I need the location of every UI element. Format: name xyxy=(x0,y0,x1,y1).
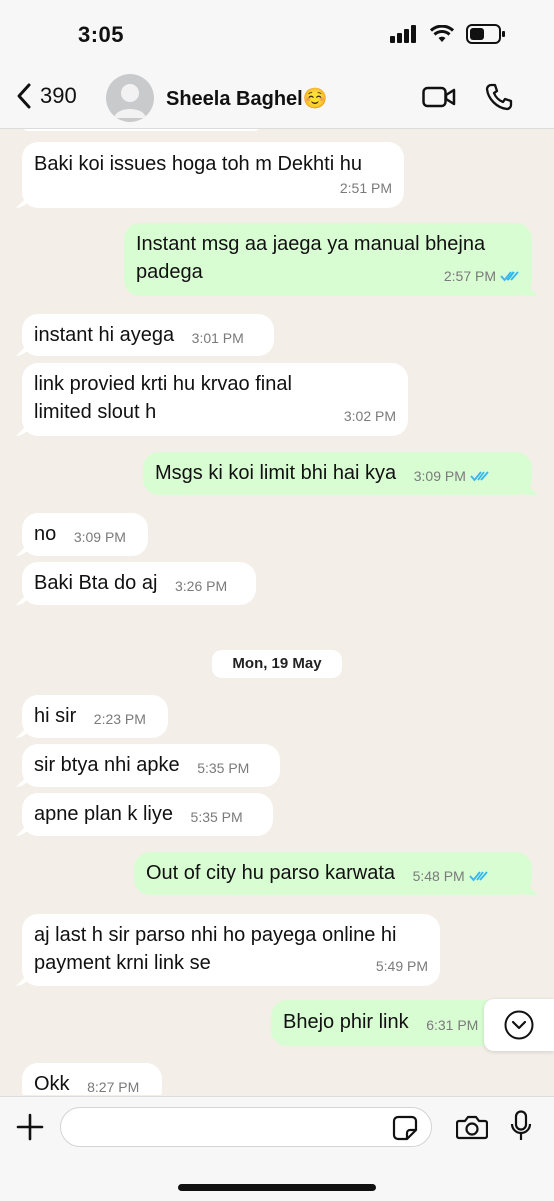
message-text: Okk xyxy=(34,1073,70,1095)
message-bubble-in[interactable]: apne plan k liye 5:35 PM xyxy=(22,793,273,836)
read-receipt-icon xyxy=(500,271,519,282)
video-call-icon xyxy=(422,86,456,108)
contact-name-text: Sheela Baghel xyxy=(166,88,303,110)
signal-icon xyxy=(390,25,416,43)
message-time: 3:26 PM xyxy=(174,578,228,594)
message-text: Baki Bta do aj xyxy=(34,572,158,594)
message-bubble-in[interactable]: sir btya nhi apke 5:35 PM xyxy=(22,744,280,787)
camera-icon xyxy=(455,1115,489,1140)
read-receipt-icon xyxy=(470,471,489,482)
camera-button[interactable] xyxy=(455,1114,489,1145)
status-bar: 3:05 xyxy=(0,0,554,70)
plus-icon xyxy=(16,1113,44,1141)
message-text: hi sir xyxy=(34,705,77,727)
message-bubble-in[interactable]: hi sir 2:23 PM xyxy=(22,695,168,738)
phone-icon xyxy=(485,83,513,111)
message-text: sir btya nhi apke xyxy=(34,754,180,776)
message-bubble-in[interactable]: link provied krti hu krvao final limited… xyxy=(22,363,408,436)
message-time: 3:01 PM xyxy=(191,330,244,346)
message-text: no xyxy=(34,523,57,545)
home-indicator xyxy=(178,1184,376,1191)
video-call-button[interactable] xyxy=(422,85,456,114)
message-text: Baki koi issues hoga toh m Dekhti hu xyxy=(34,153,362,175)
composer xyxy=(0,1096,554,1201)
message-bubble-out[interactable]: Msgs ki koi limit bhi hai kya 3:09 PM xyxy=(143,452,532,495)
read-receipt-icon xyxy=(469,871,488,882)
message-time: 5:35 PM xyxy=(190,809,243,825)
message-bubble-in[interactable]: Baki koi issues hoga toh m Dekhti hu 2:5… xyxy=(22,142,404,208)
message-input[interactable] xyxy=(60,1107,432,1147)
message-bubble-in[interactable]: no 3:09 PM xyxy=(22,513,148,556)
contact-emoji: ☺️ xyxy=(302,88,328,110)
message-bubble-out[interactable]: Bhejo phir link 6:31 PM xyxy=(271,1000,511,1046)
message-time: 2:57 PM xyxy=(444,262,520,290)
message-bubble-out[interactable]: Out of city hu parso karwata 5:48 PM xyxy=(134,852,532,895)
chevron-left-icon xyxy=(17,83,31,109)
chat-header: 390 Sheela Baghel☺️ xyxy=(0,70,554,129)
back-button[interactable]: 390 xyxy=(14,82,77,110)
message-text: Msgs ki koi limit bhi hai kya xyxy=(155,462,397,484)
message-time: 2:51 PM xyxy=(339,180,392,196)
status-time: 3:05 xyxy=(78,22,125,47)
contact-name[interactable]: Sheela Baghel☺️ xyxy=(166,86,328,111)
attach-button[interactable] xyxy=(16,1113,44,1146)
message-bubble-out[interactable]: Instant msg aa jaega ya manual bhejna pa… xyxy=(124,223,532,296)
message-time: 8:27 PM xyxy=(87,1079,140,1095)
message-text: instant hi ayega xyxy=(34,324,175,346)
battery-icon xyxy=(466,24,505,44)
message-time: 5:48 PM xyxy=(413,862,489,890)
message-time: 3:09 PM xyxy=(73,529,126,545)
message-time: 5:35 PM xyxy=(197,760,250,776)
message-bubble-in[interactable]: Baki Bta do aj 3:26 PM xyxy=(22,562,256,605)
message-bubble-in[interactable] xyxy=(22,129,260,131)
message-text: aj last h sir parso nhi ho payega online… xyxy=(34,924,397,974)
unread-count: 390 xyxy=(40,83,77,108)
wifi-icon xyxy=(430,25,454,42)
microphone-icon xyxy=(510,1110,532,1140)
message-time: 6:31 PM xyxy=(426,1017,479,1033)
scroll-to-bottom-button[interactable] xyxy=(484,999,554,1051)
sticker-button[interactable] xyxy=(392,1115,418,1146)
message-bubble-in[interactable]: Okk 8:27 PM xyxy=(22,1063,162,1095)
default-avatar-icon xyxy=(114,84,146,118)
avatar[interactable] xyxy=(106,74,154,122)
message-text: Out of city hu parso karwata xyxy=(146,862,396,884)
sticker-icon xyxy=(392,1115,418,1141)
voice-call-button[interactable] xyxy=(484,82,514,117)
message-text: apne plan k liye xyxy=(34,803,173,825)
message-text: Bhejo phir link xyxy=(283,1011,409,1033)
message-time: 5:49 PM xyxy=(375,958,428,974)
date-separator: Mon, 19 May xyxy=(212,650,342,678)
chevron-down-icon xyxy=(504,1010,534,1040)
message-list[interactable]: Baki koi issues hoga toh m Dekhti hu 2:5… xyxy=(0,129,554,1095)
message-time: 3:02 PM xyxy=(343,408,396,424)
message-bubble-in[interactable]: aj last h sir parso nhi ho payega online… xyxy=(22,914,440,986)
message-time: 2:23 PM xyxy=(93,711,146,727)
status-icons xyxy=(390,24,506,44)
message-time: 3:09 PM xyxy=(414,462,490,490)
message-bubble-in[interactable]: instant hi ayega 3:01 PM xyxy=(22,314,274,356)
message-text: link provied krti hu krvao final limited… xyxy=(34,373,292,423)
microphone-button[interactable] xyxy=(510,1110,532,1147)
